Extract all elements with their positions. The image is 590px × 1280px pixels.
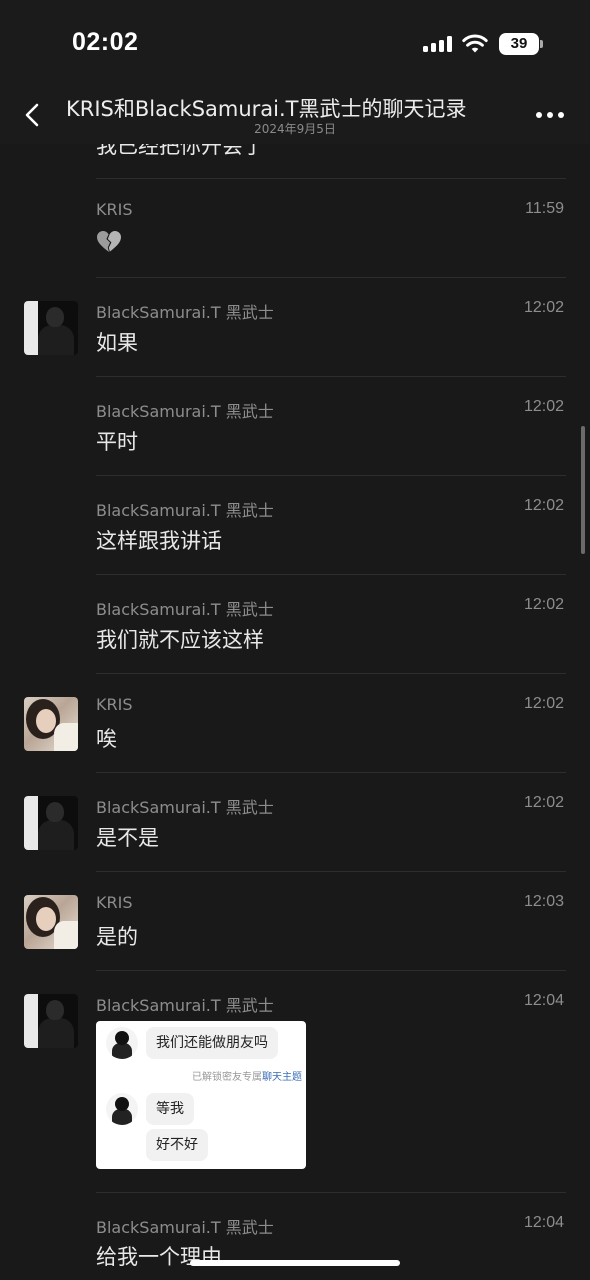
sender-name: KRIS bbox=[96, 200, 133, 219]
image-bubble: 好不好 bbox=[146, 1129, 208, 1161]
avatar-blacksamurai[interactable] bbox=[24, 796, 78, 850]
message-text: 是的 bbox=[96, 925, 138, 949]
image-system-prefix: 已解锁密友专属 bbox=[192, 1072, 262, 1083]
status-time: 02:02 bbox=[72, 28, 139, 56]
nav-bar: KRIS和BlackSamurai.T黑武士的聊天记录 2024年9月5日 bbox=[0, 88, 590, 144]
divider bbox=[96, 574, 566, 575]
more-icon[interactable] bbox=[536, 112, 564, 120]
message-time: 12:03 bbox=[523, 893, 564, 910]
status-bar: 02:02 39 bbox=[0, 0, 590, 88]
mini-avatar bbox=[106, 1027, 138, 1059]
divider bbox=[96, 475, 566, 476]
message-time: 12:02 bbox=[523, 695, 564, 712]
scrollbar[interactable] bbox=[581, 426, 585, 554]
home-indicator[interactable] bbox=[190, 1260, 400, 1266]
image-system-notice: 已解锁密友专属聊天主题 bbox=[192, 1068, 302, 1083]
message-list[interactable]: 我已经把你开会了 KRIS 11:59 BlackSamurai.T 黑武士 1… bbox=[0, 144, 590, 1280]
broken-heart-emoji bbox=[97, 231, 121, 252]
message-text: 这样跟我讲话 bbox=[96, 529, 222, 553]
divider bbox=[96, 673, 566, 674]
divider bbox=[96, 871, 566, 872]
image-message[interactable]: 我们还能做朋友吗 已解锁密友专属聊天主题 等我 好不好 bbox=[96, 1021, 306, 1169]
message-text: 我们就不应该这样 bbox=[96, 628, 264, 652]
message-time: 11:59 bbox=[525, 200, 564, 217]
message-time: 12:02 bbox=[523, 299, 564, 316]
message-text: 给我一个理由 bbox=[96, 1245, 222, 1269]
sender-name: BlackSamurai.T 黑武士 bbox=[96, 798, 274, 817]
message-time: 12:02 bbox=[523, 497, 564, 514]
sender-name: BlackSamurai.T 黑武士 bbox=[96, 501, 274, 520]
divider bbox=[96, 277, 566, 278]
avatar-kris[interactable] bbox=[24, 697, 78, 751]
wifi-icon bbox=[462, 34, 488, 53]
page-title: KRIS和BlackSamurai.T黑武士的聊天记录 bbox=[66, 97, 467, 121]
sender-name: KRIS bbox=[96, 893, 133, 912]
message-time: 12:02 bbox=[523, 596, 564, 613]
sender-name: BlackSamurai.T 黑武士 bbox=[96, 996, 274, 1015]
mini-avatar bbox=[106, 1093, 138, 1125]
page-subtitle: 2024年9月5日 bbox=[254, 122, 336, 136]
message-text: 平时 bbox=[96, 430, 138, 454]
battery-level: 39 bbox=[510, 35, 528, 52]
avatar-blacksamurai[interactable] bbox=[24, 301, 78, 355]
sender-name: BlackSamurai.T 黑武士 bbox=[96, 1218, 274, 1237]
message-time: 12:04 bbox=[523, 1214, 564, 1231]
image-bubble: 我们还能做朋友吗 bbox=[146, 1027, 278, 1059]
divider bbox=[96, 178, 566, 179]
sender-name: BlackSamurai.T 黑武士 bbox=[96, 600, 274, 619]
message-time: 12:02 bbox=[523, 398, 564, 415]
message-text: 是不是 bbox=[96, 826, 159, 850]
sender-name: KRIS bbox=[96, 695, 133, 714]
image-system-link: 聊天主题 bbox=[262, 1072, 302, 1083]
message-text: 如果 bbox=[96, 331, 138, 355]
sender-name: BlackSamurai.T 黑武士 bbox=[96, 402, 274, 421]
message-time: 12:02 bbox=[523, 794, 564, 811]
signal-icon bbox=[423, 36, 453, 52]
divider bbox=[96, 1192, 566, 1193]
divider bbox=[96, 376, 566, 377]
message-text: 唉 bbox=[96, 727, 117, 751]
avatar-blacksamurai[interactable] bbox=[24, 994, 78, 1048]
sender-name: BlackSamurai.T 黑武士 bbox=[96, 303, 274, 322]
message-time: 12:04 bbox=[523, 992, 564, 1009]
avatar-kris[interactable] bbox=[24, 895, 78, 949]
divider bbox=[96, 970, 566, 971]
image-bubble: 等我 bbox=[146, 1093, 194, 1125]
battery-icon: 39 bbox=[499, 33, 543, 55]
message-text: 我已经把你开会了 bbox=[96, 144, 264, 158]
divider bbox=[96, 772, 566, 773]
